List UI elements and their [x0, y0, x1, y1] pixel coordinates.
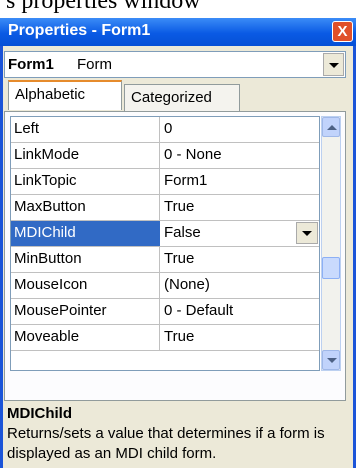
property-name: LinkTopic: [14, 172, 77, 189]
value-dropdown-button[interactable]: [296, 222, 318, 244]
property-value[interactable]: (None): [164, 276, 210, 293]
property-name: MouseIcon: [14, 276, 88, 293]
property-row-linkmode[interactable]: LinkMode 0 - None: [11, 143, 319, 169]
property-value[interactable]: True: [164, 250, 194, 267]
property-value[interactable]: False: [164, 224, 201, 241]
cropped-caption: s properties window: [0, 0, 356, 18]
close-icon: X: [337, 23, 348, 40]
property-value[interactable]: True: [164, 198, 194, 215]
property-value[interactable]: 0: [164, 120, 172, 137]
title-bar[interactable]: Properties - Form1 X: [0, 18, 356, 46]
property-value[interactable]: 0 - Default: [164, 302, 233, 319]
property-value[interactable]: 0 - None: [164, 146, 222, 163]
object-name: Form1: [8, 56, 54, 73]
tab-categorized[interactable]: Categorized: [124, 84, 240, 112]
chevron-down-icon: [302, 231, 312, 236]
property-name: Left: [14, 120, 40, 137]
property-row-left[interactable]: Left 0: [11, 117, 319, 143]
property-row-mousepointer[interactable]: MousePointer 0 - Default: [11, 299, 319, 325]
chevron-up-icon: [327, 125, 337, 130]
properties-window: Properties - Form1 X Form1 Form Alphabet…: [0, 18, 356, 468]
tab-label: Categorized: [131, 89, 212, 106]
property-grid: Left 0 LinkMode 0 - None LinkTopic Form1…: [10, 116, 320, 371]
property-name: Moveable: [14, 328, 80, 345]
tab-label: Alphabetic: [15, 86, 86, 103]
scroll-up-button[interactable]: [322, 117, 340, 137]
chevron-down-icon: [329, 63, 339, 68]
window-title: Properties - Form1: [8, 22, 151, 39]
tab-alphabetic[interactable]: Alphabetic: [8, 80, 122, 110]
property-value[interactable]: Form1: [164, 172, 207, 189]
scroll-down-button[interactable]: [322, 350, 340, 370]
property-value[interactable]: True: [164, 328, 194, 345]
property-name: MaxButton: [14, 198, 86, 215]
object-dropdown-button[interactable]: [323, 53, 344, 76]
property-row-minbutton[interactable]: MinButton True: [11, 247, 319, 273]
property-row-mdichild[interactable]: MDIChild False: [11, 221, 319, 247]
property-row-maxbutton[interactable]: MaxButton True: [11, 195, 319, 221]
property-name: MDIChild: [14, 224, 76, 241]
object-type: Form: [77, 56, 112, 73]
property-row-mouseicon[interactable]: MouseIcon (None): [11, 273, 319, 299]
description-text: Returns/sets a value that determines if …: [7, 425, 325, 462]
property-row-linktopic[interactable]: LinkTopic Form1: [11, 169, 319, 195]
close-button[interactable]: X: [332, 21, 353, 42]
scroll-thumb[interactable]: [322, 257, 340, 279]
chevron-down-icon: [327, 358, 337, 363]
object-selector[interactable]: Form1 Form: [4, 51, 346, 78]
property-name: MinButton: [14, 250, 82, 267]
property-name: LinkMode: [14, 146, 80, 163]
description-pane: MDIChild Returns/sets a value that deter…: [4, 403, 346, 466]
caption-text: s properties window: [6, 0, 201, 14]
description-title: MDIChild: [7, 405, 72, 422]
property-name: MousePointer: [14, 302, 107, 319]
grid-scrollbar[interactable]: [321, 116, 341, 371]
property-row-moveable[interactable]: Moveable True: [11, 325, 319, 351]
